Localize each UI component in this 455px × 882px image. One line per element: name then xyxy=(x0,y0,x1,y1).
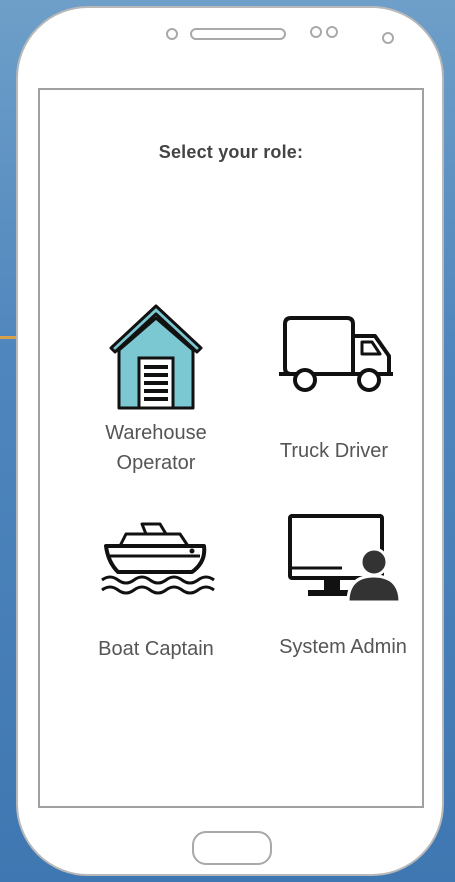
role-boat-captain[interactable]: Boat Captain xyxy=(66,516,246,664)
computer-user-icon xyxy=(288,514,402,602)
role-warehouse-operator[interactable]: Warehouse Operator xyxy=(66,300,246,478)
truck-icon xyxy=(279,316,393,392)
sensor-dot xyxy=(166,28,178,40)
front-camera xyxy=(382,32,394,44)
boat-icon xyxy=(101,522,215,595)
role-label: System Admin xyxy=(279,636,407,658)
role-truck-driver[interactable]: Truck Driver xyxy=(244,312,424,466)
role-label: Warehouse Operator xyxy=(66,418,246,478)
role-label: Truck Driver xyxy=(279,440,389,462)
sensor-dot xyxy=(310,26,322,38)
role-label-line2: Operator xyxy=(116,452,196,474)
phone-frame: Select your role: Warehouse Operator Tru… xyxy=(16,6,444,876)
home-button[interactable] xyxy=(192,831,272,865)
app-screen: Select your role: Warehouse Operator Tru… xyxy=(38,88,424,808)
role-system-admin[interactable]: System Admin xyxy=(253,510,433,662)
role-label-line1: Warehouse xyxy=(105,422,207,444)
phone-speaker xyxy=(190,28,286,40)
warehouse-icon xyxy=(109,304,203,410)
page-title: Select your role: xyxy=(158,142,304,162)
role-label: Boat Captain xyxy=(98,638,214,660)
sensor-dot xyxy=(326,26,338,38)
